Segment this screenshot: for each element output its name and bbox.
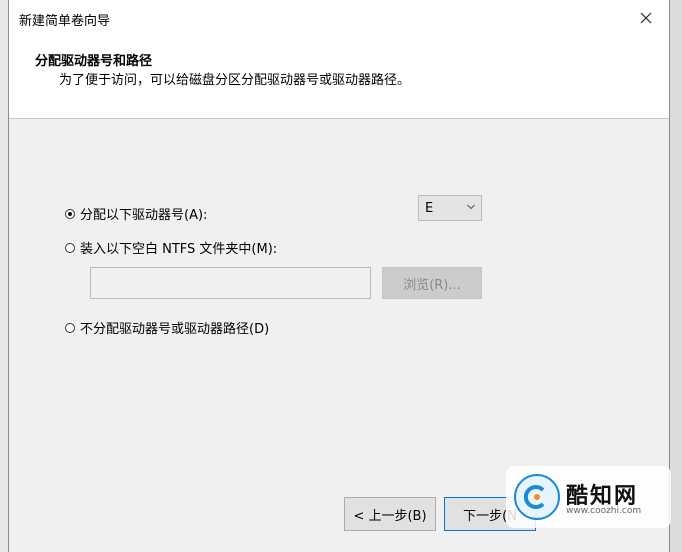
radio-label-mount-folder: 装入以下空白 NTFS 文件夹中(M): — [80, 242, 278, 257]
background-window-right — [670, 0, 682, 552]
radio-mount-folder[interactable]: 装入以下空白 NTFS 文件夹中(M): — [65, 238, 277, 257]
radio-label-assign-letter: 分配以下驱动器号(A): — [80, 208, 208, 223]
drive-letter-value: E — [425, 201, 434, 216]
page-title: 分配驱动器号和路径 — [35, 54, 153, 69]
drive-letter-select[interactable]: E — [418, 195, 482, 221]
chevron-down-icon — [467, 204, 475, 210]
page-subtitle: 为了便于访问，可以给磁盘分区分配驱动器号或驱动器路径。 — [59, 73, 411, 88]
radio-button[interactable] — [65, 322, 75, 333]
back-button[interactable]: < 上一步(B) — [344, 497, 436, 531]
watermark-logo-icon — [514, 474, 560, 520]
radio-button[interactable] — [65, 208, 75, 219]
watermark-url: www.coozhi.com — [566, 506, 642, 516]
radio-no-assign[interactable]: 不分配驱动器号或驱动器路径(D) — [65, 318, 269, 337]
radio-button[interactable] — [65, 242, 75, 253]
radio-label-no-assign: 不分配驱动器号或驱动器路径(D) — [80, 322, 270, 337]
wizard-header: 分配驱动器号和路径 为了便于访问，可以给磁盘分区分配驱动器号或驱动器路径。 — [9, 38, 669, 119]
close-button[interactable] — [623, 0, 669, 36]
title-bar: 新建简单卷向导 — [9, 0, 669, 38]
close-icon — [640, 12, 652, 24]
wizard-dialog: 新建简单卷向导 分配驱动器号和路径 为了便于访问，可以给磁盘分区分配驱动器号或驱… — [8, 0, 671, 552]
window-title: 新建简单卷向导 — [19, 14, 111, 29]
logo-icon — [523, 485, 545, 509]
browse-button[interactable]: 浏览(R)... — [382, 267, 482, 299]
watermark: 酷知网 www.coozhi.com — [506, 466, 671, 528]
radio-assign-letter[interactable]: 分配以下驱动器号(A): — [65, 204, 207, 223]
folder-path-input[interactable] — [90, 267, 371, 299]
